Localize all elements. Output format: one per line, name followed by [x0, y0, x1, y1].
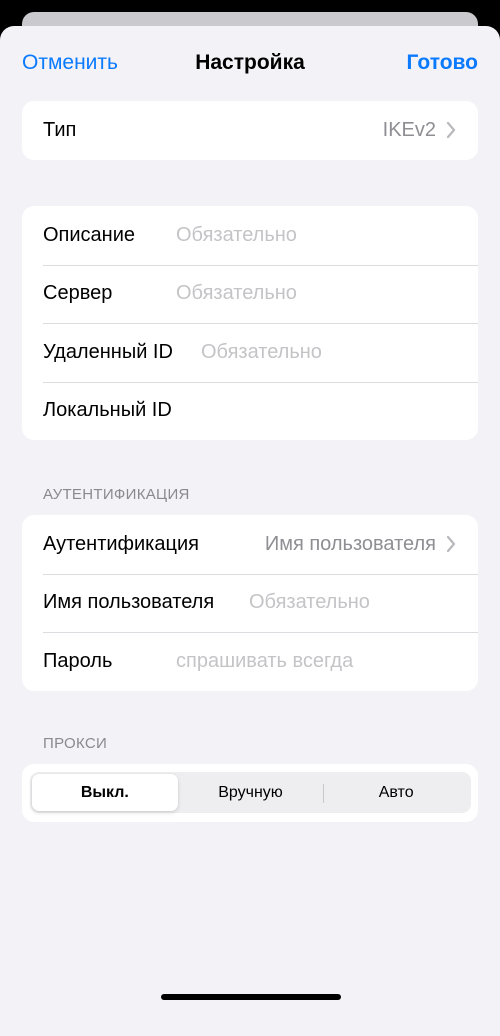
done-button[interactable]: Готово: [407, 51, 478, 75]
username-input[interactable]: [249, 591, 459, 615]
auth-type-label: Аутентификация: [43, 532, 199, 555]
description-row: Описание: [22, 206, 478, 265]
cancel-button[interactable]: Отменить: [22, 51, 118, 75]
navigation-bar: Отменить Настройка Готово: [0, 26, 500, 102]
server-label: Сервер: [43, 282, 113, 305]
remote-id-input[interactable]: [201, 340, 456, 364]
proxy-segmented-control: Выкл. Вручную Авто: [30, 772, 471, 813]
server-row: Сервер: [22, 264, 478, 324]
server-input[interactable]: [176, 282, 456, 306]
auth-type-row[interactable]: Аутентификация Имя пользователя: [22, 515, 478, 574]
home-indicator: [161, 994, 341, 1000]
server-group: Описание Сервер Удаленный ID Локальный I…: [22, 206, 478, 440]
proxy-segment-off[interactable]: Выкл.: [32, 774, 178, 811]
proxy-segment-manual[interactable]: Вручную: [178, 774, 324, 811]
local-id-row: Локальный ID: [22, 381, 478, 441]
password-label: Пароль: [43, 649, 113, 672]
chevron-right-icon: [446, 535, 456, 553]
local-id-input[interactable]: [201, 399, 456, 423]
type-label: Тип: [43, 118, 77, 141]
password-row: Пароль: [22, 632, 478, 691]
type-group: Тип IKEv2: [22, 101, 478, 160]
auth-type-value: Имя пользователя: [264, 532, 436, 555]
remote-id-label: Удаленный ID: [43, 340, 173, 363]
auth-group: Аутентификация Имя пользователя Имя поль…: [22, 515, 478, 691]
username-label: Имя пользователя: [43, 591, 215, 614]
username-row: Имя пользователя: [22, 573, 478, 633]
password-input[interactable]: [176, 649, 456, 673]
type-value: IKEv2: [382, 118, 436, 141]
local-id-label: Локальный ID: [43, 399, 172, 422]
remote-id-row: Удаленный ID: [22, 323, 478, 382]
type-row[interactable]: Тип IKEv2: [22, 101, 478, 160]
description-input[interactable]: [176, 223, 456, 247]
proxy-group: Выкл. Вручную Авто: [22, 764, 478, 822]
proxy-segment-auto[interactable]: Авто: [323, 774, 469, 811]
description-label: Описание: [43, 223, 136, 246]
auth-section-header: АУТЕНТИФИКАЦИЯ: [43, 486, 190, 503]
chevron-right-icon: [446, 121, 456, 139]
vpn-config-sheet: Отменить Настройка Готово Тип IKEv2 Опис…: [0, 26, 500, 1036]
proxy-section-header: ПРОКСИ: [43, 735, 108, 752]
